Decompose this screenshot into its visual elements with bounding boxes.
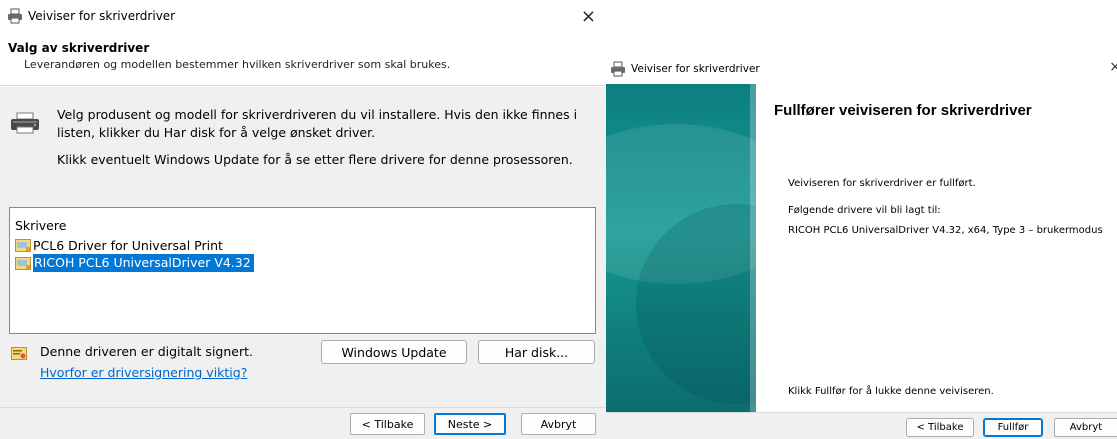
list-item-label: PCL6 Driver for Universal Print: [33, 237, 223, 253]
printer-driver-icon: [15, 238, 31, 252]
printer-icon: [8, 8, 22, 24]
printer-listbox[interactable]: Skrivere PCL6 Driver for Universal Print…: [9, 207, 596, 334]
list-item[interactable]: PCL6 Driver for Universal Print: [15, 236, 227, 254]
printer-icon: [611, 61, 625, 77]
close-icon[interactable]: ×: [1109, 59, 1117, 75]
certificate-icon: [11, 347, 27, 360]
close-icon[interactable]: ×: [581, 6, 596, 27]
intro-text: Velg produsent og modell for skriverdriv…: [57, 107, 578, 140]
wizard-footer: < Tilbake Fullfør Avbryt: [606, 412, 1117, 439]
list-item-label: RICOH PCL6 UniversalDriver V4.32: [33, 254, 254, 272]
title-bar: Veiviser for skriverdriver ×: [606, 54, 1117, 84]
finish-hint: Klikk Fullfør for å lukke denne veiviser…: [788, 386, 994, 397]
driver-signing-link[interactable]: Hvorfor er driversignering viktig?: [40, 365, 247, 380]
list-item-selected[interactable]: RICOH PCL6 UniversalDriver V4.32: [15, 254, 258, 272]
completion-text: Veiviseren for skriverdriver er fullført…: [788, 178, 976, 189]
completion-heading: Fullfører veiviseren for skriverdriver: [774, 102, 1032, 119]
wizard-header: Valg av skriverdriver Leverandøren og mo…: [0, 32, 606, 86]
wizard-body: Velg produsent og modell for skriverdriv…: [0, 87, 606, 407]
printer-driver-icon: [15, 256, 31, 270]
next-button[interactable]: Neste >: [434, 413, 506, 435]
windows-update-hint: Klikk eventuelt Windows Update for å se …: [57, 152, 573, 167]
windows-update-button[interactable]: Windows Update: [321, 340, 467, 364]
wizard-side-banner: [606, 84, 756, 412]
driver-selection-dialog: Veiviser for skriverdriver × Valg av skr…: [0, 0, 606, 439]
page-title: Valg av skriverdriver: [8, 41, 150, 55]
window-title: Veiviser for skriverdriver: [28, 9, 176, 23]
signed-status-text: Denne driveren er digitalt signert.: [40, 344, 253, 359]
back-button[interactable]: < Tilbake: [350, 413, 425, 435]
back-button[interactable]: < Tilbake: [906, 418, 974, 437]
page-subtitle: Leverandøren og modellen bestemmer hvilk…: [24, 58, 451, 71]
have-disk-button[interactable]: Har disk...: [478, 340, 595, 364]
title-bar: Veiviser for skriverdriver ×: [0, 0, 606, 32]
wizard-complete-dialog: Veiviser for skriverdriver × Fullfører v…: [606, 54, 1117, 439]
driver-line: RICOH PCL6 UniversalDriver V4.32, x64, T…: [788, 225, 1103, 236]
wizard-footer: < Tilbake Neste > Avbryt: [0, 407, 606, 439]
window-title: Veiviser for skriverdriver: [631, 63, 760, 75]
finish-button[interactable]: Fullfør: [983, 418, 1043, 437]
printer-icon: [11, 112, 39, 134]
cancel-button[interactable]: Avbryt: [1054, 418, 1117, 437]
cancel-button[interactable]: Avbryt: [521, 413, 596, 435]
drivers-added-label: Følgende drivere vil bli lagt til:: [788, 205, 941, 216]
list-header: Skrivere: [15, 218, 67, 233]
